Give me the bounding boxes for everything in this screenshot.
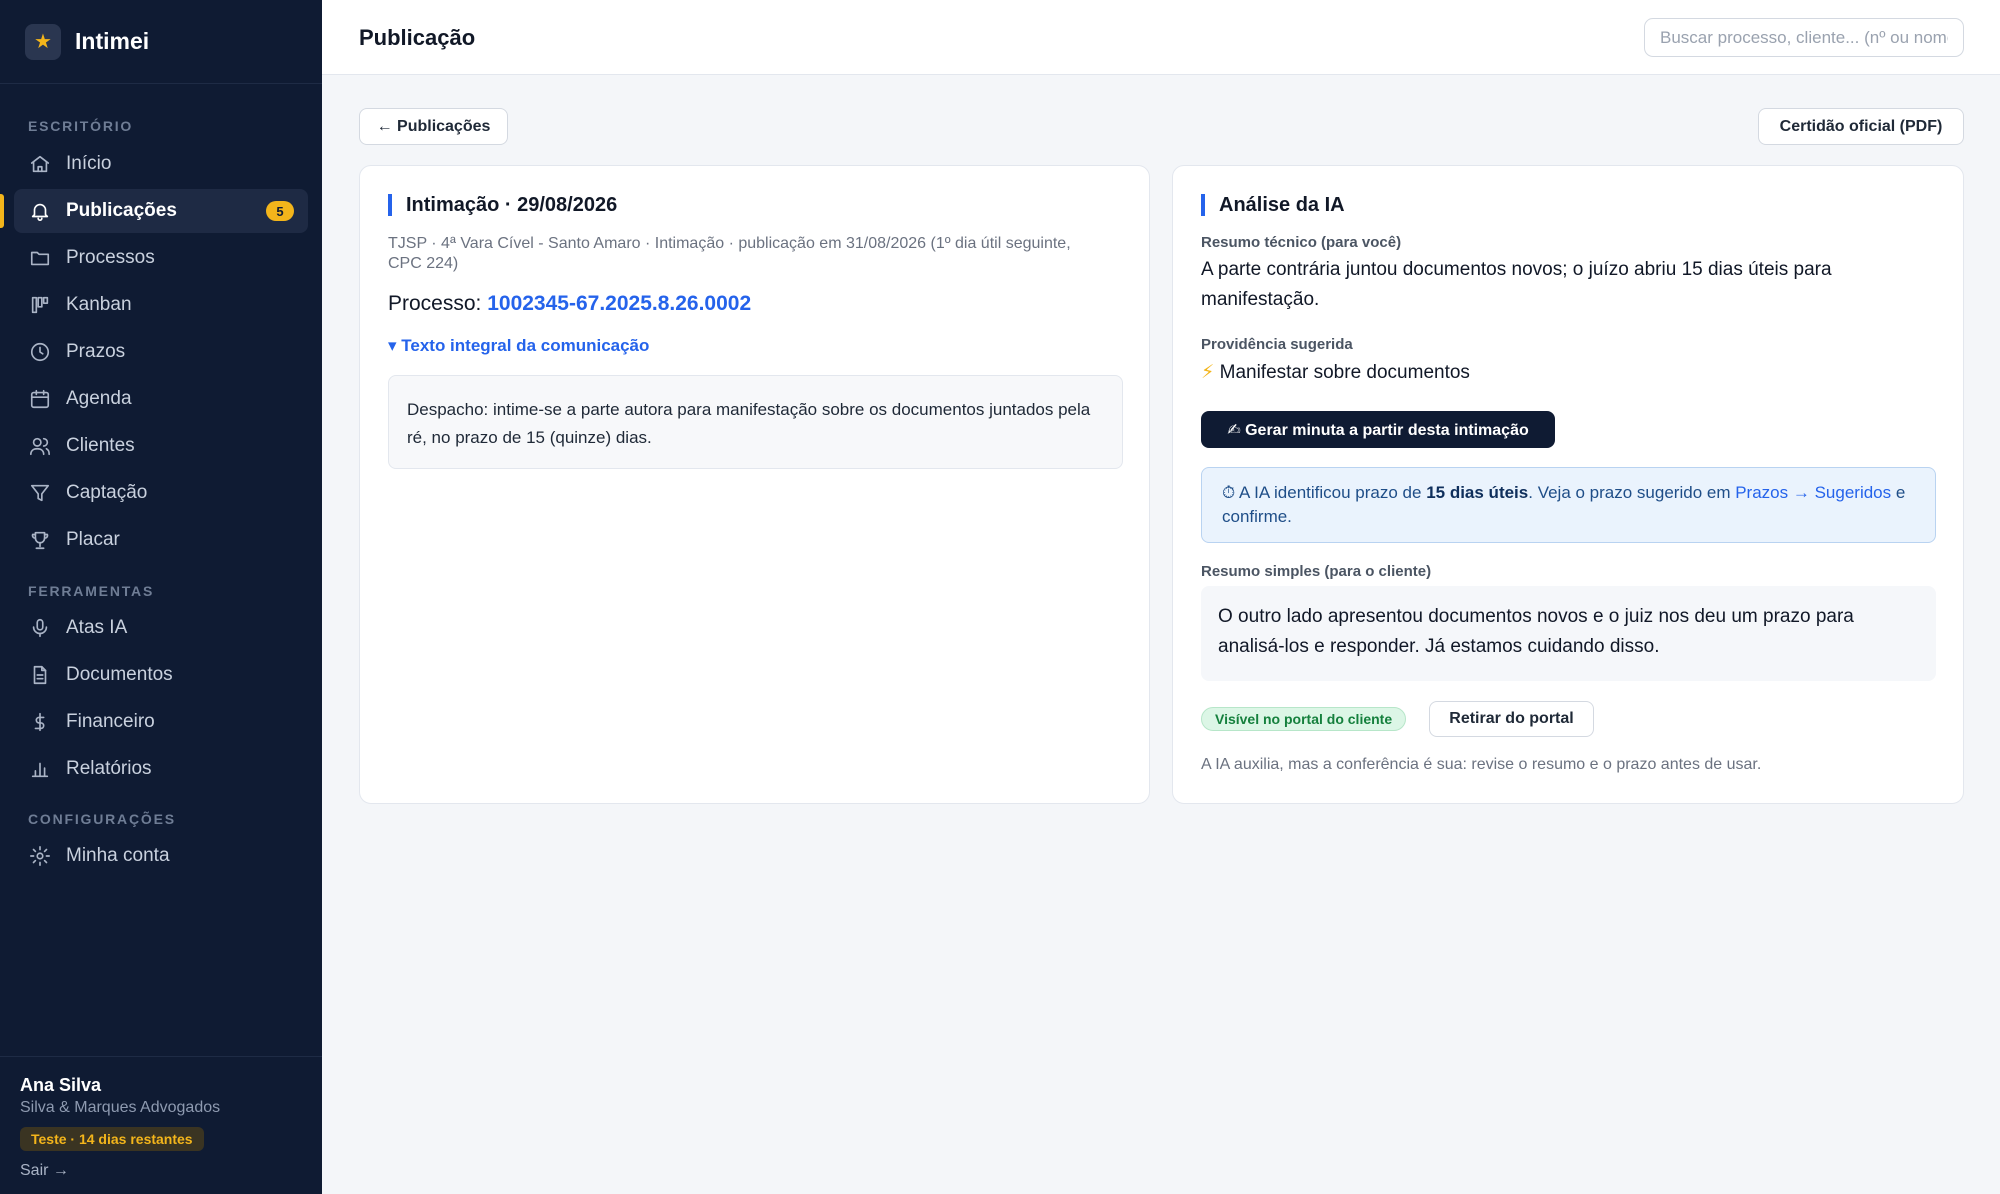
process-line: Processo: 1002345-67.2025.8.26.0002 [388, 292, 751, 316]
sidebar-item-label: Documentos [66, 664, 173, 685]
suggested-action-label: Providência sugerida [1201, 336, 1353, 353]
tech-summary-text: A parte contrária juntou documentos novo… [1201, 259, 1832, 310]
sidebar-item-label: Agenda [66, 388, 132, 409]
section-label-ferramentas: FERRAMENTAS [28, 583, 155, 599]
filter-icon [30, 484, 50, 502]
deadline-text: A IA identificou prazo de [1235, 483, 1427, 502]
section-label-escritorio: ESCRITÓRIO [28, 118, 134, 134]
document-icon [33, 665, 47, 685]
process-number-link[interactable]: 1002345-67.2025.8.26.0002 [487, 292, 751, 315]
sidebar-item-label: Processos [66, 247, 155, 268]
logout-link[interactable]: Sair → [20, 1162, 322, 1180]
deadline-text: . Veja o prazo sugerido em [1528, 483, 1736, 502]
client-summary-label: Resumo simples (para o cliente) [1201, 563, 1432, 580]
calendar-icon [30, 389, 50, 409]
sidebar-item-documentos[interactable]: Documentos [14, 653, 308, 697]
sidebar-item-label: Captação [66, 482, 148, 503]
user-name: Ana Silva [20, 1075, 102, 1095]
process-label: Processo: [388, 292, 488, 315]
sidebar-item-placar[interactable]: Placar [14, 518, 308, 562]
sidebar-item-minha-conta[interactable]: Minha conta [14, 834, 308, 878]
ai-analysis-card: Análise da IA Resumo técnico (para você)… [1172, 165, 1964, 804]
ai-disclaimer: A IA auxilia, mas a conferência é sua: r… [1201, 756, 1762, 773]
home-icon [30, 155, 50, 173]
back-to-publicacoes-button[interactable]: ← Publicações [359, 108, 508, 145]
trial-badge: Teste · 14 dias restantes [20, 1127, 204, 1151]
bell-icon [31, 203, 49, 221]
brand-name: Intimei [75, 28, 150, 54]
publication-card: Intimação · 29/08/2026 TJSP · 4ª Vara Cí… [359, 165, 1150, 804]
sidebar-item-prazos[interactable]: Prazos [14, 330, 308, 374]
sidebar-item-label: Financeiro [66, 711, 155, 732]
sidebar-item-atas-ia[interactable]: Atas IA [14, 606, 308, 650]
publication-meta: TJSP · 4ª Vara Cível - Santo Amaro · Int… [388, 235, 1071, 272]
bar-chart-icon [31, 762, 49, 778]
remove-from-portal-button[interactable]: Retirar do portal [1429, 701, 1594, 737]
top-header: Publicação [322, 0, 2000, 75]
sidebar-item-inicio[interactable]: Início [14, 142, 308, 186]
deadline-info-box: ⏱ A IA identificou prazo de 15 dias útei… [1201, 467, 1936, 543]
section-label-configuracoes: CONFIGURAÇÕES [28, 811, 176, 827]
sidebar-item-financeiro[interactable]: Financeiro [14, 700, 308, 744]
sidebar-item-agenda[interactable]: Agenda [14, 377, 308, 421]
folder-icon [30, 251, 50, 266]
sidebar-item-label: Kanban [66, 294, 132, 315]
sidebar-item-label: Atas IA [66, 617, 128, 638]
brand[interactable]: ★ Intimei [0, 0, 322, 84]
sidebar-item-captacao[interactable]: Captação [14, 471, 308, 515]
deadline-days: 15 dias úteis [1426, 483, 1529, 502]
lightning-icon: ⚡ [1201, 362, 1215, 383]
suggested-deadlines-link[interactable]: Prazos → Sugeridos [1735, 483, 1891, 502]
page-title: Publicação [359, 25, 476, 50]
users-icon [30, 437, 50, 456]
kanban-icon [31, 296, 49, 314]
tech-summary-label: Resumo técnico (para você) [1201, 234, 1402, 251]
sidebar-item-kanban[interactable]: Kanban [14, 283, 308, 327]
sidebar-item-label: Clientes [66, 435, 135, 456]
sidebar: ★ Intimei ESCRITÓRIO Início Publicações … [0, 0, 322, 1194]
analysis-title: Análise da IA [1201, 194, 1345, 216]
sidebar-item-label: Prazos [66, 341, 126, 362]
suggested-action: ⚡ Manifestar sobre documentos [1201, 358, 1931, 388]
star-logo-icon: ★ [25, 23, 61, 60]
sidebar-item-label: Publicações [66, 200, 177, 221]
client-summary-text: O outro lado apresentou documentos novos… [1201, 586, 1936, 681]
sidebar-item-label: Início [66, 153, 112, 174]
full-text-toggle[interactable]: ▾ Texto integral da comunicação [388, 336, 649, 356]
dollar-icon [34, 712, 45, 732]
count-badge: 5 [266, 201, 294, 221]
sidebar-item-label: Minha conta [66, 845, 170, 866]
gear-icon [30, 846, 50, 866]
portal-status-badge: Visível no portal do cliente [1201, 707, 1407, 731]
user-block: Ana Silva Silva & Marques Advogados Test… [0, 1056, 322, 1180]
suggested-action-text: Manifestar sobre documentos [1219, 362, 1470, 383]
sidebar-item-label: Placar [66, 529, 120, 550]
sidebar-item-label: Relatórios [66, 758, 152, 779]
timer-icon: ⏱ [1222, 483, 1236, 502]
generate-draft-button[interactable]: ✍ Gerar minuta a partir desta intimação [1201, 411, 1555, 448]
sidebar-item-publicacoes[interactable]: Publicações 5 [14, 189, 308, 233]
active-indicator [0, 194, 4, 228]
sidebar-item-processos[interactable]: Processos [14, 236, 308, 280]
publication-title: Intimação · 29/08/2026 [388, 194, 617, 216]
microphone-icon [32, 618, 48, 638]
trophy-icon [31, 531, 49, 550]
full-text-box: Despacho: intime-se a parte autora para … [388, 375, 1123, 469]
search-input[interactable] [1644, 18, 1964, 57]
certificate-pdf-button[interactable]: Certidão oficial (PDF) [1758, 108, 1964, 145]
sidebar-item-clientes[interactable]: Clientes [14, 424, 308, 468]
sidebar-item-relatorios[interactable]: Relatórios [14, 747, 308, 791]
user-firm: Silva & Marques Advogados [20, 1099, 221, 1116]
clock-icon [30, 342, 50, 362]
